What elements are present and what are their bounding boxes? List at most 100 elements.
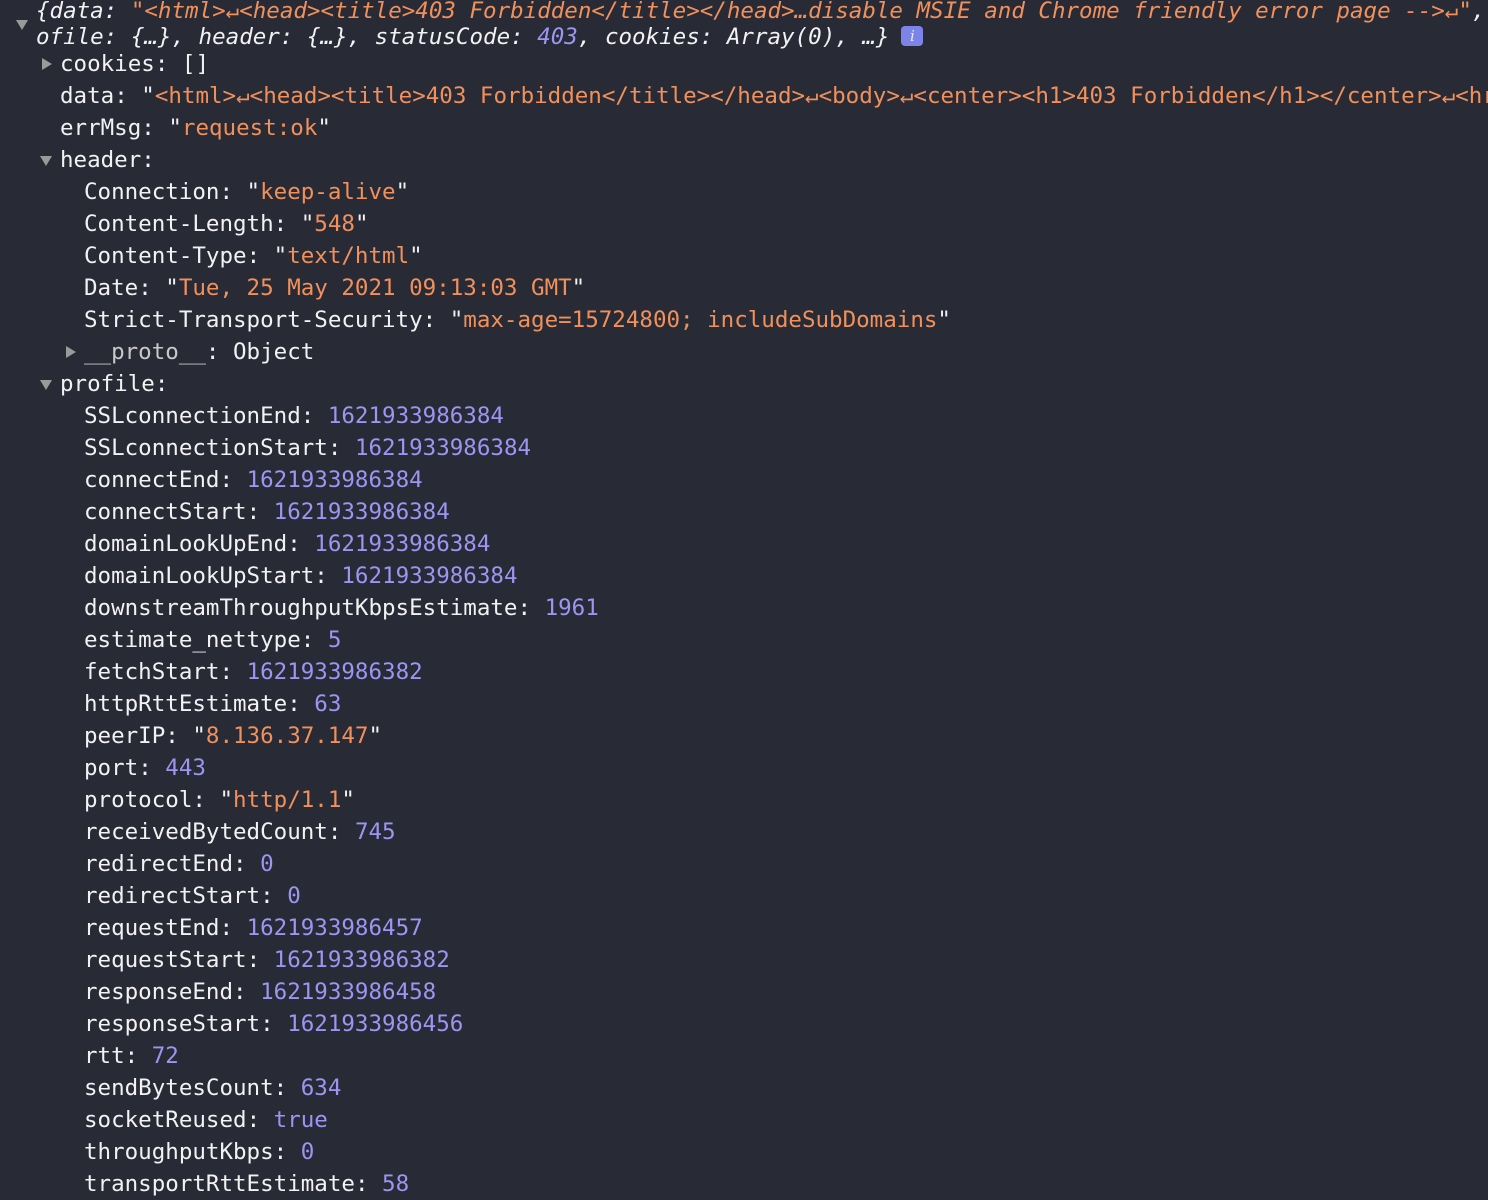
profile-entry-value: http/1.1 (233, 787, 342, 813)
header-row[interactable]: header: (60, 144, 155, 176)
profile-entry-value: 0 (287, 883, 301, 909)
profile-entry-row: SSLconnectionStart: 1621933986384 (84, 435, 532, 461)
profile-entry-value: 1621933986384 (314, 531, 491, 557)
profile-entry-key: redirectStart (84, 883, 261, 909)
profile-entry-key: socketReused (84, 1107, 247, 1133)
profile-entry-key: connectEnd (84, 467, 220, 493)
cookies-row[interactable]: cookies: [] (60, 48, 209, 80)
header-entry-value: Tue, 25 May 2021 09:13:03 GMT (178, 275, 572, 301)
expand-cookies-arrow-icon[interactable] (42, 58, 52, 70)
profile-entry-row: connectStart: 1621933986384 (84, 499, 450, 525)
cookies-key: cookies (60, 51, 155, 77)
profile-entry-key: protocol (84, 787, 193, 813)
profile-entry-key: downstreamThroughputKbpsEstimate (84, 595, 518, 621)
profile-entry-row: redirectStart: 0 (84, 883, 301, 909)
summary-part-b: , cookies: Array(0), …} (577, 24, 890, 50)
profile-key: profile (60, 371, 155, 397)
profile-entry-value: true (273, 1107, 328, 1133)
profile-entry-row: sendBytesCount: 634 (84, 1075, 342, 1101)
header-entry-key: Date (84, 275, 139, 301)
header-entry-value: keep-alive (260, 179, 396, 205)
profile-entry-key: responseEnd (84, 979, 234, 1005)
data-key: data (60, 83, 115, 109)
profile-entry-key: estimate_nettype (84, 627, 301, 653)
profile-entry-key: httpRttEstimate (84, 691, 288, 717)
profile-entry-row: requestStart: 1621933986382 (84, 947, 450, 973)
profile-entry-row: domainLookUpStart: 1621933986384 (84, 563, 518, 589)
header-proto-row[interactable]: __proto__: Object (84, 336, 314, 368)
profile-entry-row: downstreamThroughputKbpsEstimate: 1961 (84, 595, 599, 621)
profile-entry-value: 1621933986384 (341, 563, 518, 589)
profile-entry-key: receivedBytedCount (84, 819, 328, 845)
profile-entry-key: throughputKbps (84, 1139, 274, 1165)
header-key: header (60, 147, 142, 173)
profile-entry-key: redirectEnd (84, 851, 234, 877)
proto-key: __proto__ (84, 339, 206, 365)
profile-entry-value: 1621933986382 (273, 947, 450, 973)
data-value: <html>↵<head><title>403 Forbidden</title… (154, 83, 1488, 109)
profile-entry-row: socketReused: true (84, 1107, 328, 1133)
profile-entry-value: 1621933986382 (246, 659, 423, 685)
profile-entry-value: 72 (151, 1043, 179, 1069)
profile-entry-key: domainLookUpStart (84, 563, 315, 589)
info-icon[interactable]: i (901, 25, 924, 46)
summary-part-a: ofile: {…}, header: {…}, statusCode: (36, 24, 538, 50)
profile-entry-row: connectEnd: 1621933986384 (84, 467, 423, 493)
profile-entry-value: 634 (300, 1075, 342, 1101)
profile-entry-key: port (84, 755, 139, 781)
header-entry-key: Content-Length (84, 211, 274, 237)
collapse-profile-arrow-icon[interactable] (40, 380, 52, 390)
profile-entry-value: 0 (260, 851, 274, 877)
profile-entry-row: httpRttEstimate: 63 (84, 691, 342, 717)
header-entry-key: Connection (84, 179, 220, 205)
errmsg-value: request:ok (181, 115, 318, 141)
summary-status-code: 403 (537, 24, 578, 50)
profile-entry-row: estimate_nettype: 5 (84, 627, 342, 653)
profile-entry-value: 5 (327, 627, 342, 653)
profile-entry-key: domainLookUpEnd (84, 531, 288, 557)
header-entry-key: Content-Type (84, 243, 247, 269)
collapse-root-arrow-icon[interactable] (16, 20, 28, 30)
header-entry-row: Content-Type: "text/html" (84, 243, 423, 269)
profile-row[interactable]: profile: (60, 368, 168, 400)
profile-entry-key: requestStart (84, 947, 247, 973)
summary-suffix: , pr (1471, 0, 1486, 24)
profile-entry-value: 1621933986457 (246, 915, 423, 941)
profile-entry-row: receivedBytedCount: 745 (84, 819, 396, 845)
proto-value: Object (233, 339, 315, 365)
errmsg-row: errMsg: "request:ok" (60, 115, 331, 141)
collapse-header-arrow-icon[interactable] (40, 156, 52, 166)
profile-entry-row: throughputKbps: 0 (84, 1139, 315, 1165)
data-row: data: "<html>↵<head><title>403 Forbidden… (60, 80, 1488, 112)
header-entry-value: 548 (314, 211, 355, 237)
expand-proto-arrow-icon[interactable] (66, 346, 76, 358)
profile-entry-row: requestEnd: 1621933986457 (84, 915, 423, 941)
profile-entry-value: 1621933986456 (287, 1011, 464, 1037)
cookies-value: [] (181, 51, 210, 77)
profile-entry-key: responseStart (84, 1011, 261, 1037)
profile-entry-key: requestEnd (84, 915, 220, 941)
profile-entry-row: responseEnd: 1621933986458 (84, 979, 437, 1005)
profile-entry-key: connectStart (84, 499, 247, 525)
profile-entry-row: rtt: 72 (84, 1043, 179, 1069)
profile-entry-row: SSLconnectionEnd: 1621933986384 (84, 403, 504, 429)
profile-entry-row: redirectEnd: 0 (84, 851, 274, 877)
profile-entry-row: port: 443 (84, 755, 206, 781)
header-entry-row: Date: "Tue, 25 May 2021 09:13:03 GMT" (84, 275, 586, 301)
profile-entry-key: transportRttEstimate (84, 1171, 355, 1197)
profile-entry-value: 745 (354, 819, 396, 845)
header-entry-row: Connection: "keep-alive" (84, 179, 410, 205)
profile-entry-value: 58 (382, 1171, 410, 1197)
profile-entry-key: peerIP (84, 723, 166, 749)
header-entry-value: max-age=15724800; includeSubDomains (463, 307, 938, 333)
header-entry-row: Content-Length: "548" (84, 211, 369, 237)
profile-entry-row: domainLookUpEnd: 1621933986384 (84, 531, 491, 557)
profile-entry-value: 1621933986384 (246, 467, 423, 493)
profile-entry-row: transportRttEstimate: 58 (84, 1171, 410, 1197)
profile-entry-key: SSLconnectionEnd (84, 403, 301, 429)
profile-entry-value: 1621933986384 (327, 403, 504, 429)
header-entry-value: text/html (287, 243, 410, 269)
profile-entry-key: fetchStart (84, 659, 220, 685)
profile-entry-value: 63 (314, 691, 342, 717)
errmsg-key: errMsg (60, 115, 142, 141)
